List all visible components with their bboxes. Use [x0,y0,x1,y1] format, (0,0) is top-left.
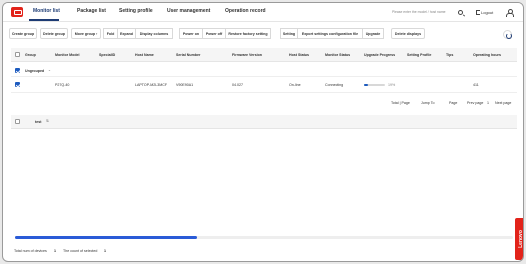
app-logo-icon [11,7,23,17]
export-settings-button[interactable]: Export settings configuration file [297,28,363,39]
total-devices-label: Total num of devices [14,249,47,253]
chevron-down-icon[interactable]: ⌄ [48,68,51,72]
pager-jump-to[interactable]: Jump To [421,101,435,105]
cell-host-name: LAPTOP-M2L3MCF [135,83,168,87]
logout-button[interactable]: Logout [481,10,493,15]
cell-monitor-model: P27Q-40 [55,83,70,87]
tab-monitor-list[interactable]: Monitor list [33,8,60,14]
page-number[interactable]: 1 [487,101,489,105]
col-host-status: Host Status [289,53,309,57]
search-input[interactable]: Please enter the model / host name [389,8,467,18]
tab-operation-record[interactable]: Operation record [225,8,266,14]
cell-monitor-status: Connecting [325,83,344,87]
col-monitor-model: Monitor Model [55,53,80,57]
lenovo-side-tab-label: Lenovo [518,230,524,248]
expand-button[interactable]: Expand [117,28,136,39]
user-icon[interactable] [506,9,514,17]
toolbar: Create group Delete group Move group › F… [3,27,523,41]
col-monitor-status: Monitor Status [325,53,351,57]
setting-button[interactable]: Setting [280,28,298,39]
col-tips: Tips [446,53,454,57]
cell-serial-number: V90E90A1 [176,83,194,87]
group-row[interactable]: Ungrouped ⌄ [11,65,517,77]
display-columns-button[interactable]: Display columns [135,28,173,39]
col-operating-hours: Operating hours [473,53,501,57]
upgrade-progress-fill [364,84,368,86]
row-checkbox[interactable] [15,82,20,87]
fold-button[interactable]: Fold [103,28,118,39]
search-icon[interactable] [458,10,463,15]
col-host-name: Host Name [135,53,154,57]
cell-operating-hours: 411 [473,83,479,87]
selected-count-value: 1 [104,249,106,253]
group-label: Ungrouped [25,69,45,73]
selected-count-label: The count of selected [63,249,98,253]
col-upgrade-progress: Upgrade Progress [364,53,396,57]
lenovo-side-tab[interactable]: Lenovo [515,218,524,260]
tab-package-list[interactable]: Package list [77,8,106,14]
move-group-button[interactable]: Move group › [71,28,101,39]
col-serial-number: Serial Number [176,53,201,57]
col-group: Group [25,53,36,57]
col-firmware-version: Firmware Version [232,53,262,57]
total-devices-value: 1 [54,249,56,253]
upgrade-progress-bar [364,84,385,86]
active-tab-indicator [29,19,59,21]
footer: Total num of devices 1 The count of sele… [3,244,523,256]
create-group-button[interactable]: Create group [9,28,37,39]
logout-icon[interactable] [476,10,480,15]
cell-upgrade-progress-text: 19% [388,83,396,87]
group-test-label: test [35,120,42,124]
app-window: Monitor list Package list Setting profil… [2,2,524,262]
chevron-down-icon: › [96,31,98,36]
col-setting-profile: Setting Profile [407,53,432,57]
select-all-checkbox[interactable] [15,52,20,57]
pager-page: Page [449,101,458,105]
pager-total: Total | Page [391,101,410,105]
sort-icon[interactable]: ⇅ [46,119,49,123]
cell-host-status: On-line [289,83,301,87]
group-test-checkbox[interactable] [15,119,20,124]
table-row[interactable]: P27Q-40 LAPTOP-M2L3MCF V90E90A1 04.027 O… [11,77,517,93]
table-header: Group Monitor Model SpecialID Host Name … [11,48,517,62]
group-checkbox[interactable] [15,68,20,73]
refresh-icon[interactable] [503,30,512,39]
cell-firmware-version: 04.027 [232,83,243,87]
second-group-header: test ⇅ [11,115,517,129]
top-navigation: Monitor list Package list Setting profil… [3,3,523,22]
restore-factory-button[interactable]: Restore factory setting [225,28,271,39]
power-on-button[interactable]: Power on [179,28,203,39]
pagination: Total | Page Jump To Page Prev page 1 Ne… [11,98,517,108]
tab-setting-profile[interactable]: Setting profile [119,8,153,14]
col-special-id: SpecialID [99,53,116,57]
horizontal-scrollbar-thumb[interactable] [15,236,197,239]
prev-page-button[interactable]: Prev page [467,101,483,105]
move-group-label: Move group [74,31,96,36]
power-off-button[interactable]: Power off [202,28,226,39]
tab-user-management[interactable]: User management [167,8,210,14]
next-page-button[interactable]: Next page [495,101,511,105]
upgrade-button[interactable]: Upgrade [362,28,384,39]
delete-displays-button[interactable]: Delete displays [391,28,425,39]
delete-group-button[interactable]: Delete group [40,28,68,39]
